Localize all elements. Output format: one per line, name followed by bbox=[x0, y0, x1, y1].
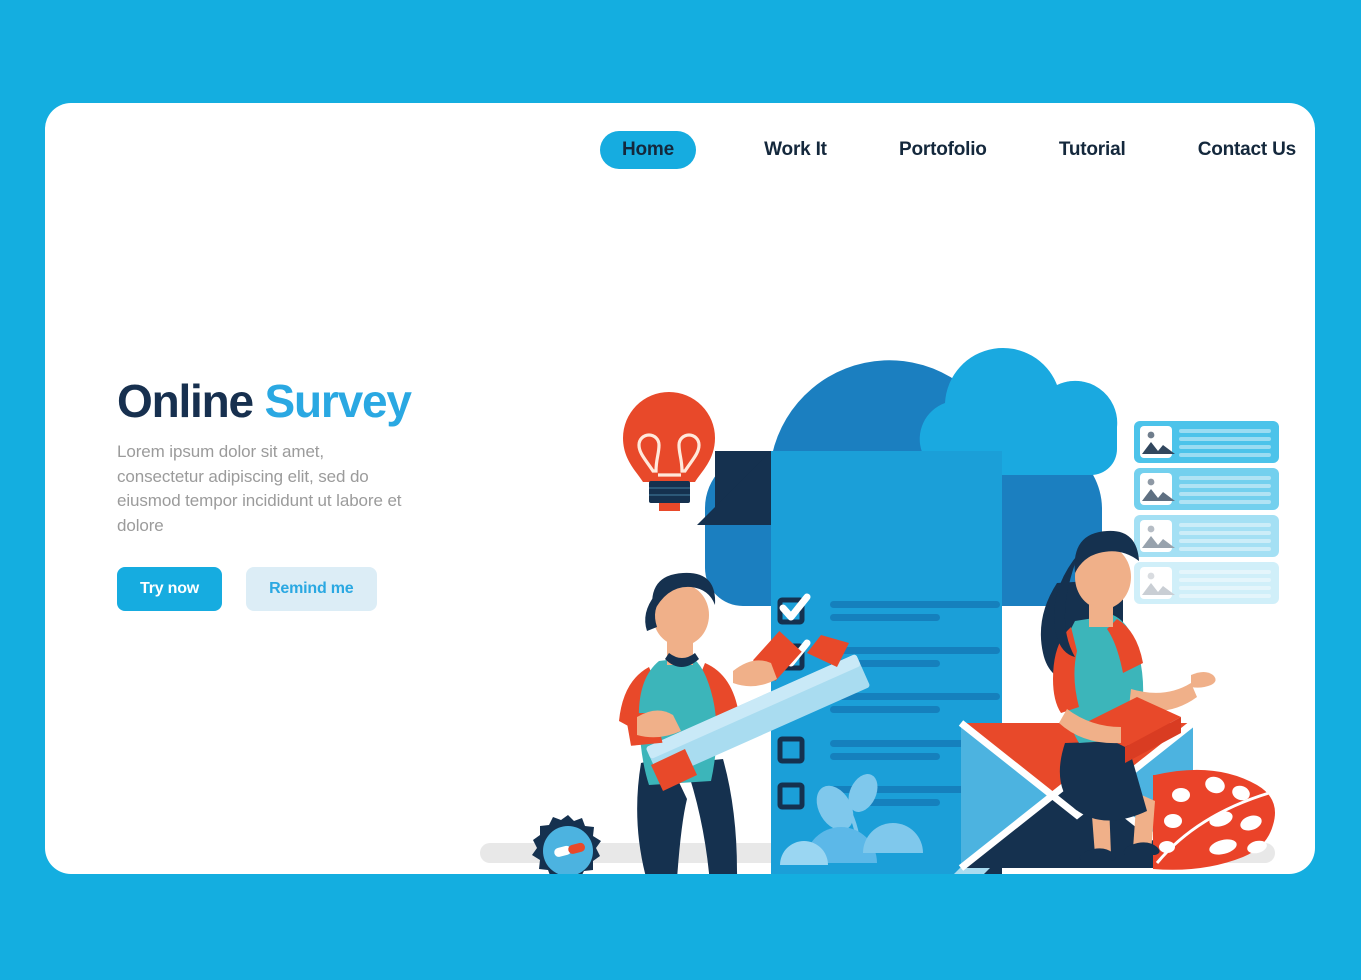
media-card-item bbox=[1134, 468, 1279, 510]
media-card-list bbox=[1134, 421, 1279, 604]
media-card-item bbox=[1134, 562, 1279, 604]
gear-large bbox=[532, 815, 601, 874]
media-card-item bbox=[1134, 515, 1279, 557]
media-card-item bbox=[1134, 421, 1279, 463]
landing-card: Home Work It Portofolio Tutorial Contact… bbox=[45, 103, 1315, 874]
online-survey-illustration bbox=[45, 103, 1315, 874]
page-root: Home Work It Portofolio Tutorial Contact… bbox=[0, 0, 1361, 980]
lightbulb-icon bbox=[623, 392, 715, 511]
